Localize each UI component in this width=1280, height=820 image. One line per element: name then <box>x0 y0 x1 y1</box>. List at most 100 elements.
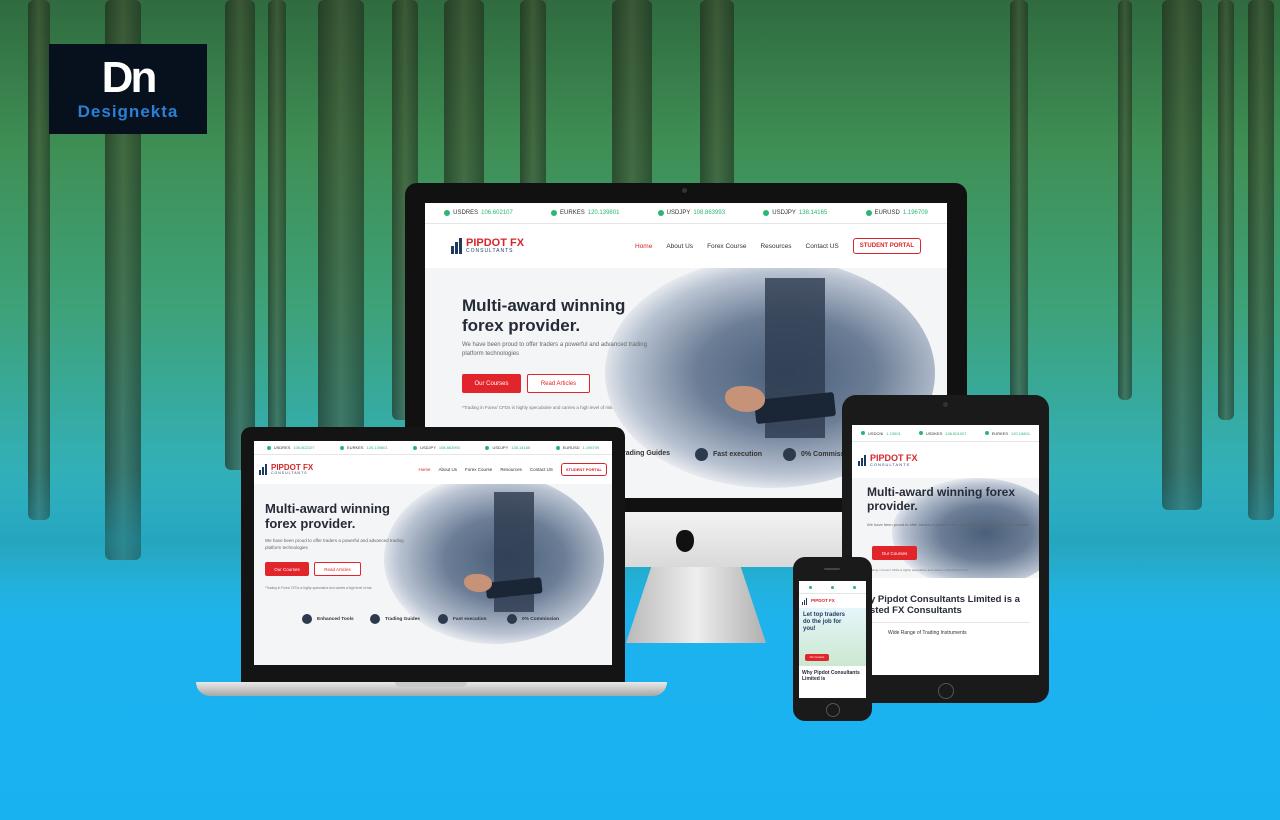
nav-contact[interactable]: Contact US <box>530 467 553 472</box>
why-title: y Pipdot Consultants Limited is a sted F… <box>870 594 1020 617</box>
read-articles-button[interactable]: Read Articles <box>314 562 361 576</box>
ticker-bar: USDCNI 1.19501 USDKES 106.801007 EURKES 120… <box>852 425 1039 442</box>
ticker-item: EURUSD 1.196709 <box>865 210 928 216</box>
ticker-dot-icon <box>555 445 560 450</box>
laptop-notch <box>395 682 467 687</box>
ticker-value: 108.863993 <box>693 210 726 216</box>
ticker-item: USDRES 106.602107 <box>266 445 315 450</box>
ticker-bar: USDRES 106.602107 EURKES 120.139801 USDJPY… <box>425 203 947 224</box>
ticker-item: EURKES 120.139801 <box>551 210 619 216</box>
nav-resources[interactable]: Resources <box>500 467 522 472</box>
feature-item: 0% Commission <box>507 614 559 624</box>
ticker-pair: USDJPY <box>492 445 509 450</box>
ticker-dot-icon <box>830 585 834 589</box>
nav-resources[interactable]: Resources <box>760 243 791 250</box>
designekta-logo: Dn Designekta <box>49 44 207 134</box>
ticker-value: 108.863993 <box>438 445 460 450</box>
phone-screen: PIPDOT FX Let top traders do the job for… <box>799 581 866 698</box>
nav-contact[interactable]: Contact US <box>806 243 839 250</box>
student-portal-button[interactable]: STUDENT PORTAL <box>852 238 921 254</box>
brand-bars-icon <box>451 238 462 254</box>
site-nav: PIPDOT FX CONSULTANTS Home About Us Fore… <box>254 455 612 484</box>
tree-trunk <box>1118 0 1132 400</box>
tree-trunk <box>700 0 734 190</box>
ticker-pair: USDCNI <box>868 430 884 436</box>
tablet-screen: USDCNI 1.19501 USDKES 106.801007 EURKES 120… <box>852 425 1039 675</box>
feature-label: 0% Commissi <box>801 451 847 458</box>
our-courses-button[interactable]: Our Courses <box>805 654 829 661</box>
feature-label: 0% Commission <box>522 616 560 622</box>
our-courses-button[interactable]: Our Courses <box>265 562 309 576</box>
nav-forex-course[interactable]: Forex Course <box>707 243 746 250</box>
feature-item: Fast execution <box>438 614 487 624</box>
phone-hero-title: Let top traders do the job for you! <box>803 612 846 632</box>
percent-icon <box>507 614 517 624</box>
phone-home-button[interactable] <box>826 703 840 717</box>
feature-label: Fast execution <box>713 451 763 458</box>
site-brand[interactable]: PIPDOT FX CONSULTANTS <box>259 463 313 476</box>
main-menu: Home About Us Forex Course Resources Con… <box>635 238 921 254</box>
why-section: y Pipdot Consultants Limited is a sted F… <box>852 578 1039 640</box>
ticker-bar <box>799 581 866 594</box>
ticker-dot-icon <box>413 445 418 450</box>
ticker-pair: USDJPY <box>666 210 691 216</box>
ticker-bar: USDRES 106.602107 EURKES 120.139801 USDJPY… <box>254 441 612 455</box>
site-brand[interactable]: PIPDOT FX <box>802 597 835 605</box>
ticker-item: USDRES 106.602107 <box>444 210 513 216</box>
wide-range-text: Wide Range of Trading Instruments <box>888 630 967 636</box>
ticker-pair: USDJPY <box>772 210 796 216</box>
brand-sub: CONSULTANTS <box>466 248 514 254</box>
ticker-value: 106.602107 <box>293 445 315 450</box>
hero-title: Multi-award winning forex provider. <box>462 296 625 335</box>
tablet: USDCNI 1.19501 USDKES 106.801007 EURKES 120… <box>842 395 1049 703</box>
ticker-value: 138.14165 <box>798 210 828 216</box>
ticker-pair: USDRES <box>453 210 479 216</box>
tree-trunk <box>612 0 652 190</box>
tools-icon <box>302 614 312 624</box>
ticker-dot-icon <box>444 210 451 216</box>
nav-about[interactable]: About Us <box>666 243 693 250</box>
tablet-home-button[interactable] <box>938 683 954 699</box>
ticker-pair: EURUSD <box>562 445 580 450</box>
ticker-dot-icon <box>918 431 923 435</box>
feature-label: rading Guides <box>623 450 671 457</box>
ticker-item <box>830 585 834 589</box>
feature-item: Enhanced Tools <box>302 614 354 624</box>
our-courses-button[interactable]: Our Courses <box>872 546 917 560</box>
brand-name: PIPDOT FX <box>811 597 835 603</box>
nav-home[interactable]: Home <box>635 243 652 250</box>
feature-label: Trading Guides <box>385 616 420 622</box>
site-nav: PIPDOT FX <box>799 594 866 608</box>
main-menu: Home About Us Forex Course Resources Con… <box>419 463 607 476</box>
ticker-pair: EURKES <box>991 430 1009 436</box>
ticker-value: 138.14165 <box>511 445 531 450</box>
ticker-pair: USDKES <box>925 430 943 436</box>
brand-bars-icon <box>259 464 267 475</box>
our-courses-button[interactable]: Our Courses <box>462 374 521 393</box>
ticker-item: USDJPY 138.14165 <box>763 210 827 216</box>
hero-title: Multi-award winning forex provider. <box>265 501 390 532</box>
why-title-line: y Pipdot Consultants Limited is a <box>870 594 1020 605</box>
tree-trunk <box>318 0 364 470</box>
ticker-item: USDJPY 108.863993 <box>413 445 460 450</box>
hero-text: We have been proud to offer traders a po… <box>867 522 1030 527</box>
why-title-line: sted FX Consultants <box>870 605 962 617</box>
nav-home[interactable]: Home <box>419 467 431 472</box>
feature-item: rading Guides <box>623 450 670 457</box>
read-articles-button[interactable]: Read Articles <box>527 374 590 393</box>
site-brand[interactable]: PIPDOT FX CONSULTANTS <box>858 453 918 467</box>
brand-bars-icon <box>802 597 807 605</box>
nav-forex-course[interactable]: Forex Course <box>465 467 492 472</box>
ticker-dot-icon <box>485 445 490 450</box>
ticker-item: USDKES 106.801007 <box>918 430 967 436</box>
feature-item: 0% Commissi <box>783 448 847 461</box>
tree-trunk <box>520 0 546 200</box>
nav-about[interactable]: About Us <box>439 467 458 472</box>
tree-trunk <box>1248 0 1274 520</box>
ticker-item: USDJPY 108.863993 <box>657 210 726 216</box>
laptop: USDRES 106.602107 EURKES 120.139801 USDJPY… <box>241 427 625 682</box>
ticker-item <box>808 585 812 589</box>
lightning-icon <box>438 614 448 624</box>
site-brand[interactable]: PIPDOT FX CONSULTANTS <box>451 238 524 254</box>
student-portal-button[interactable]: STUDENT PORTAL <box>560 463 607 476</box>
